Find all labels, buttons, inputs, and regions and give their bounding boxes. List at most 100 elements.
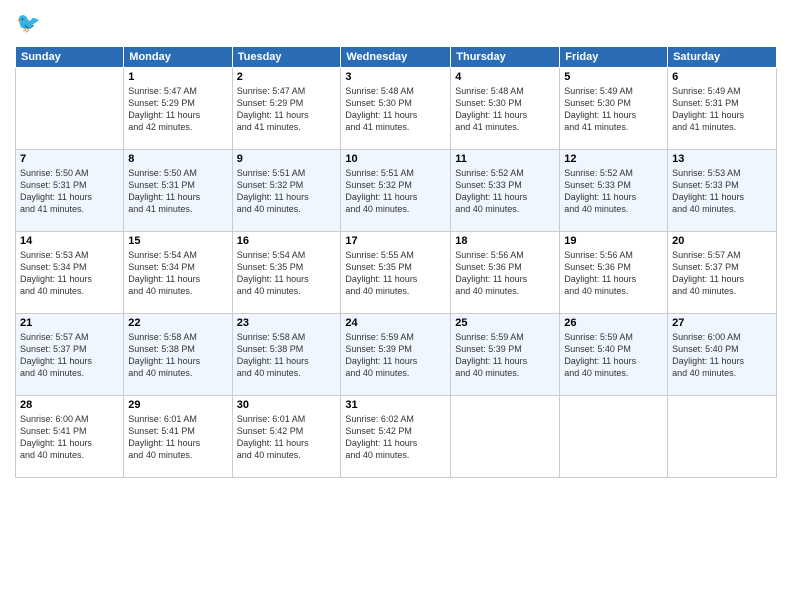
calendar-cell: 25 Sunrise: 5:59 AMSunset: 5:39 PMDayligh… [451, 314, 560, 396]
day-number: 12 [564, 153, 663, 165]
day-number: 3 [345, 71, 446, 83]
day-number: 5 [564, 71, 663, 83]
calendar-cell: 10Sunrise: 5:51 AMSunset: 5:32 PMDayligh… [341, 150, 451, 232]
day-info: Sunrise: 5:53 AMSunset: 5:33 PMDaylight:… [672, 167, 772, 216]
day-info: Sunrise: 5:50 AMSunset: 5:31 PMDaylight:… [128, 167, 227, 216]
day-number: 9 [237, 153, 337, 165]
day-info: Sunrise: 5:53 AMSunset: 5:34 PMDaylight:… [20, 249, 119, 298]
day-info: Sunrise: 5:50 AMSunset: 5:31 PMDaylight:… [20, 167, 119, 216]
day-header-saturday: Saturday [668, 47, 777, 68]
calendar-cell [560, 396, 668, 478]
calendar-cell: 1 Sunrise: 5:47 AMSunset: 5:29 PMDaylight… [124, 68, 232, 150]
day-header-thursday: Thursday [451, 47, 560, 68]
day-number: 23 [237, 317, 337, 329]
calendar-cell: 3 Sunrise: 5:48 AMSunset: 5:30 PMDaylight… [341, 68, 451, 150]
calendar-cell: 5 Sunrise: 5:49 AMSunset: 5:30 PMDaylight… [560, 68, 668, 150]
calendar-cell: 13 Sunrise: 5:53 AMSunset: 5:33 PMDayligh… [668, 150, 777, 232]
day-number: 29 [128, 399, 227, 411]
calendar-cell [668, 396, 777, 478]
day-info: Sunrise: 5:54 AMSunset: 5:34 PMDaylight:… [128, 249, 227, 298]
day-number: 26 [564, 317, 663, 329]
calendar-week-row: 7 Sunrise: 5:50 AMSunset: 5:31 PMDaylight… [16, 150, 777, 232]
day-header-sunday: Sunday [16, 47, 124, 68]
calendar-cell: 15 Sunrise: 5:54 AMSunset: 5:34 PMDayligh… [124, 232, 232, 314]
calendar-cell: 18 Sunrise: 5:56 AMSunset: 5:36 PMDayligh… [451, 232, 560, 314]
day-info: Sunrise: 6:02 AMSunset: 5:42 PMDaylight:… [345, 413, 446, 462]
calendar-cell: 14 Sunrise: 5:53 AMSunset: 5:34 PMDayligh… [16, 232, 124, 314]
day-number: 30 [237, 399, 337, 411]
day-info: Sunrise: 5:47 AMSunset: 5:29 PMDaylight:… [128, 85, 227, 134]
day-info: Sunrise: 5:56 AMSunset: 5:36 PMDaylight:… [564, 249, 663, 298]
day-number: 16 [237, 235, 337, 247]
calendar-week-row: 14 Sunrise: 5:53 AMSunset: 5:34 PMDayligh… [16, 232, 777, 314]
day-number: 6 [672, 71, 772, 83]
calendar-cell: 16 Sunrise: 5:54 AMSunset: 5:35 PMDayligh… [232, 232, 341, 314]
calendar-cell: 17Sunrise: 5:55 AMSunset: 5:35 PMDayligh… [341, 232, 451, 314]
calendar-cell: 24 Sunrise: 5:59 AMSunset: 5:39 PMDayligh… [341, 314, 451, 396]
calendar-cell: 28Sunrise: 6:00 AMSunset: 5:41 PMDayligh… [16, 396, 124, 478]
calendar-cell: 23 Sunrise: 5:58 AMSunset: 5:38 PMDayligh… [232, 314, 341, 396]
calendar-cell: 19 Sunrise: 5:56 AMSunset: 5:36 PMDayligh… [560, 232, 668, 314]
day-info: Sunrise: 5:54 AMSunset: 5:35 PMDaylight:… [237, 249, 337, 298]
day-info: Sunrise: 5:48 AMSunset: 5:30 PMDaylight:… [455, 85, 555, 134]
calendar-cell: 4 Sunrise: 5:48 AMSunset: 5:30 PMDaylight… [451, 68, 560, 150]
day-info: Sunrise: 5:49 AMSunset: 5:30 PMDaylight:… [564, 85, 663, 134]
calendar-cell: 6 Sunrise: 5:49 AMSunset: 5:31 PMDaylight… [668, 68, 777, 150]
day-header-wednesday: Wednesday [341, 47, 451, 68]
calendar-week-row: 28Sunrise: 6:00 AMSunset: 5:41 PMDayligh… [16, 396, 777, 478]
day-number: 21 [20, 317, 119, 329]
day-info: Sunrise: 5:55 AMSunset: 5:35 PMDaylight:… [345, 249, 446, 298]
day-number: 4 [455, 71, 555, 83]
calendar-cell: 26Sunrise: 5:59 AMSunset: 5:40 PMDayligh… [560, 314, 668, 396]
day-number: 7 [20, 153, 119, 165]
calendar-cell: 21 Sunrise: 5:57 AMSunset: 5:37 PMDayligh… [16, 314, 124, 396]
day-info: Sunrise: 5:57 AMSunset: 5:37 PMDaylight:… [20, 331, 119, 380]
day-number: 13 [672, 153, 772, 165]
day-info: Sunrise: 5:57 AMSunset: 5:37 PMDaylight:… [672, 249, 772, 298]
calendar-cell: 8Sunrise: 5:50 AMSunset: 5:31 PMDaylight… [124, 150, 232, 232]
day-number: 24 [345, 317, 446, 329]
logo: 🐦 [15, 10, 47, 38]
day-number: 14 [20, 235, 119, 247]
day-info: Sunrise: 5:59 AMSunset: 5:39 PMDaylight:… [455, 331, 555, 380]
day-number: 25 [455, 317, 555, 329]
calendar-cell: 2 Sunrise: 5:47 AMSunset: 5:29 PMDaylight… [232, 68, 341, 150]
day-number: 1 [128, 71, 227, 83]
calendar-cell: 22 Sunrise: 5:58 AMSunset: 5:38 PMDayligh… [124, 314, 232, 396]
day-header-friday: Friday [560, 47, 668, 68]
day-info: Sunrise: 5:48 AMSunset: 5:30 PMDaylight:… [345, 85, 446, 134]
day-number: 15 [128, 235, 227, 247]
calendar-header-row: SundayMondayTuesdayWednesdayThursdayFrid… [16, 47, 777, 68]
day-number: 20 [672, 235, 772, 247]
calendar-week-row: 21 Sunrise: 5:57 AMSunset: 5:37 PMDayligh… [16, 314, 777, 396]
day-number: 19 [564, 235, 663, 247]
day-info: Sunrise: 5:58 AMSunset: 5:38 PMDaylight:… [128, 331, 227, 380]
logo-bird-icon: 🐦 [15, 10, 43, 38]
calendar-cell: 12Sunrise: 5:52 AMSunset: 5:33 PMDayligh… [560, 150, 668, 232]
day-info: Sunrise: 5:49 AMSunset: 5:31 PMDaylight:… [672, 85, 772, 134]
calendar-cell [16, 68, 124, 150]
day-info: Sunrise: 6:01 AMSunset: 5:41 PMDaylight:… [128, 413, 227, 462]
day-number: 31 [345, 399, 446, 411]
calendar-week-row: 1 Sunrise: 5:47 AMSunset: 5:29 PMDaylight… [16, 68, 777, 150]
day-number: 2 [237, 71, 337, 83]
day-number: 18 [455, 235, 555, 247]
day-number: 27 [672, 317, 772, 329]
day-info: Sunrise: 5:52 AMSunset: 5:33 PMDaylight:… [455, 167, 555, 216]
day-info: Sunrise: 5:58 AMSunset: 5:38 PMDaylight:… [237, 331, 337, 380]
day-info: Sunrise: 5:56 AMSunset: 5:36 PMDaylight:… [455, 249, 555, 298]
day-info: Sunrise: 6:01 AMSunset: 5:42 PMDaylight:… [237, 413, 337, 462]
day-header-monday: Monday [124, 47, 232, 68]
day-number: 10 [345, 153, 446, 165]
calendar-cell: 31 Sunrise: 6:02 AMSunset: 5:42 PMDayligh… [341, 396, 451, 478]
day-info: Sunrise: 5:59 AMSunset: 5:39 PMDaylight:… [345, 331, 446, 380]
day-number: 22 [128, 317, 227, 329]
day-info: Sunrise: 5:47 AMSunset: 5:29 PMDaylight:… [237, 85, 337, 134]
day-info: Sunrise: 6:00 AMSunset: 5:41 PMDaylight:… [20, 413, 119, 462]
svg-text:🐦: 🐦 [16, 13, 40, 35]
calendar-cell: 29 Sunrise: 6:01 AMSunset: 5:41 PMDayligh… [124, 396, 232, 478]
day-number: 11 [455, 153, 555, 165]
calendar-cell: 30 Sunrise: 6:01 AMSunset: 5:42 PMDayligh… [232, 396, 341, 478]
calendar-cell: 11 Sunrise: 5:52 AMSunset: 5:33 PMDayligh… [451, 150, 560, 232]
calendar-cell: 9Sunrise: 5:51 AMSunset: 5:32 PMDaylight… [232, 150, 341, 232]
